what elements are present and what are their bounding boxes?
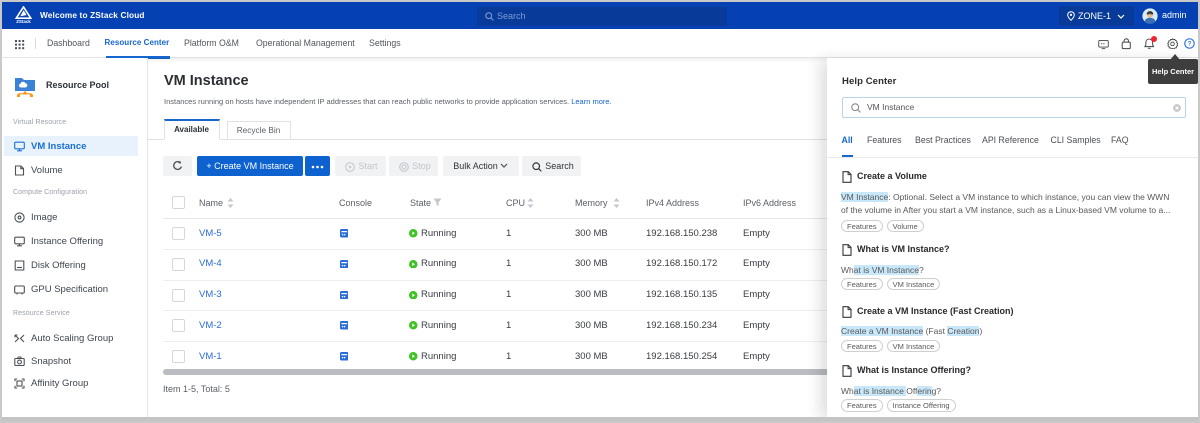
svg-text:ZStack: ZStack bbox=[16, 19, 31, 24]
svg-text:?: ? bbox=[1188, 41, 1192, 48]
